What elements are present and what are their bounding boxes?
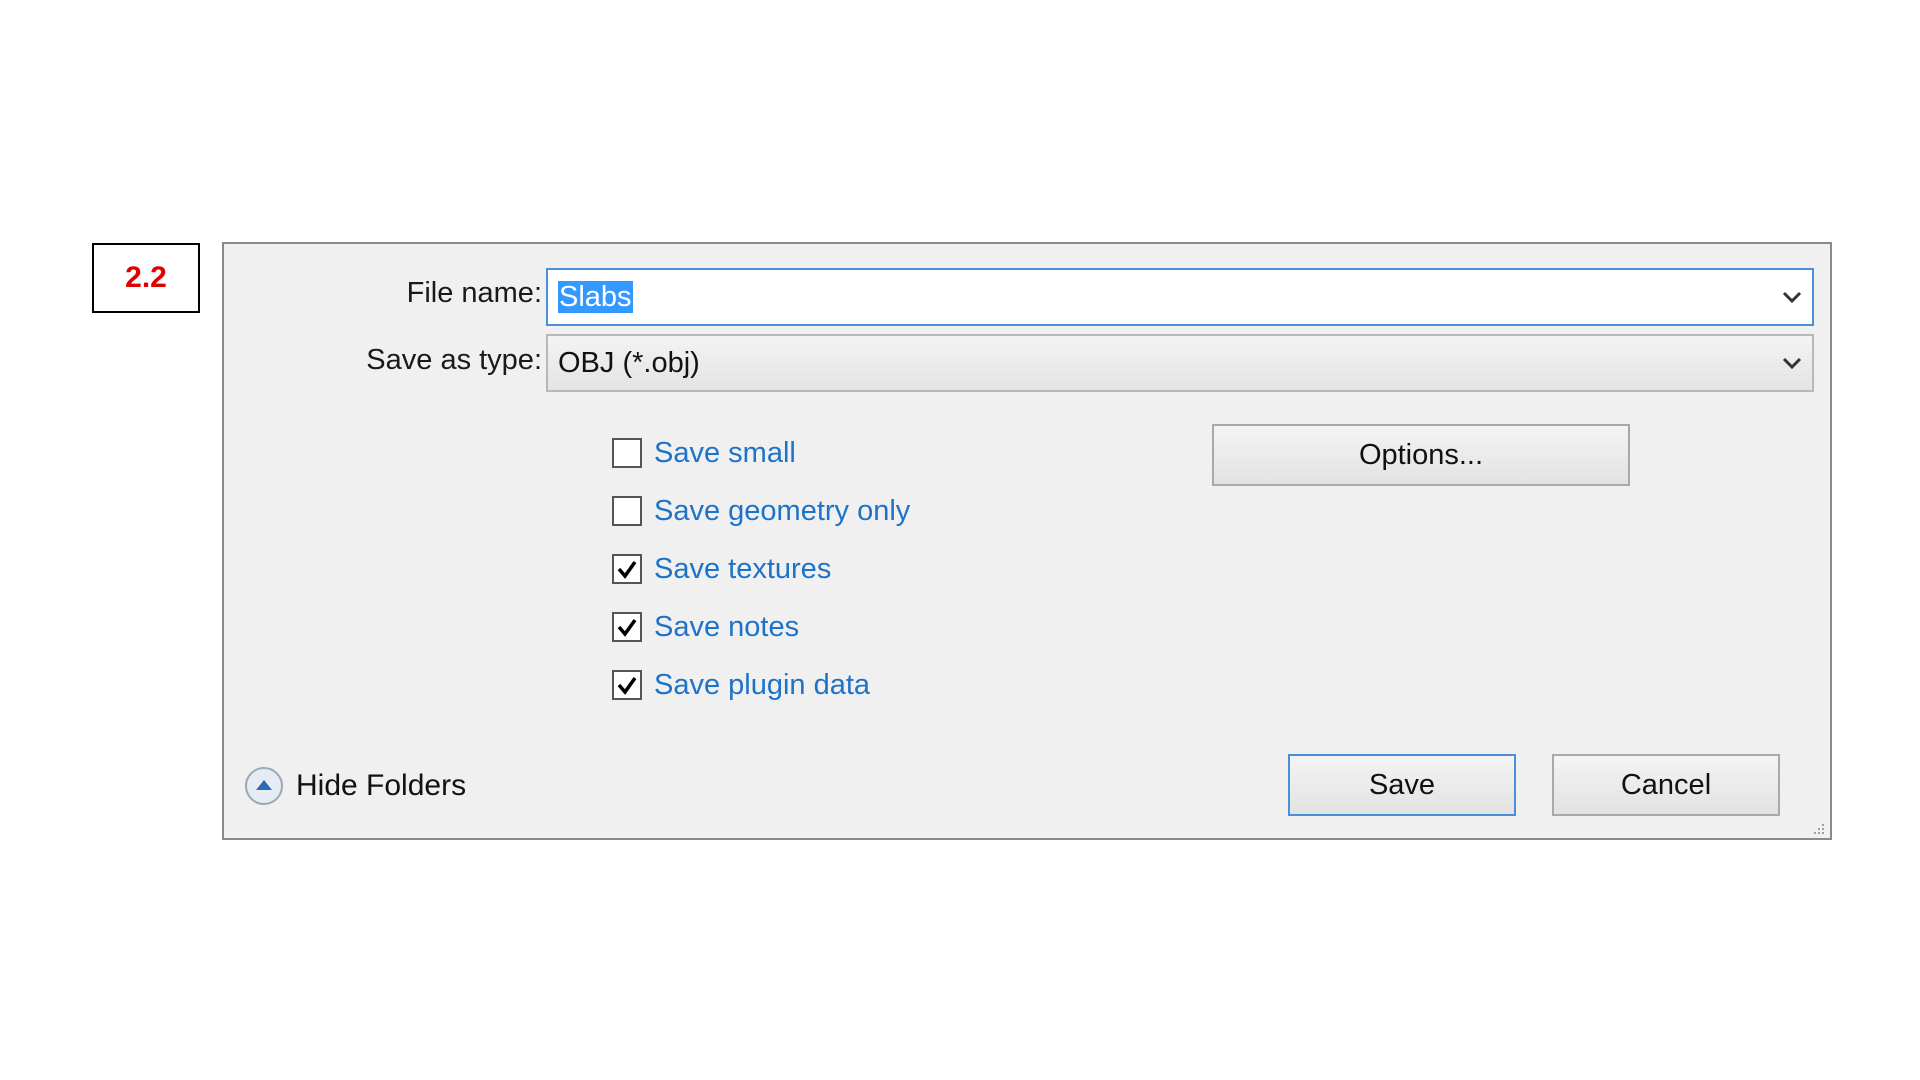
checkbox-label[interactable]: Save geometry only [654,495,910,528]
save-as-type-value: OBJ (*.obj) [558,346,700,379]
file-name-combobox[interactable]: Slabs [546,268,1814,326]
chevron-down-icon[interactable] [1772,270,1812,324]
stage: 2.2 File name: Slabs Save as type: OBJ (… [0,0,1920,1080]
save-dialog: File name: Slabs Save as type: OBJ (*.ob… [222,242,1832,840]
save-as-type-label: Save as type: [366,344,542,376]
resize-grip-icon[interactable] [1810,820,1826,836]
checkbox[interactable] [612,438,642,468]
file-name-input[interactable]: Slabs [548,280,1772,314]
checkbox-save-notes[interactable]: Save notes [612,598,910,656]
hide-folders-label[interactable]: Hide Folders [296,769,466,803]
checkbox-save-small[interactable]: Save small [612,424,910,482]
step-label: 2.2 [92,243,200,313]
chevron-up-circle-icon[interactable] [244,766,284,806]
checkbox[interactable] [612,496,642,526]
checkmark-icon [617,676,637,695]
options-button[interactable]: Options... [1212,424,1630,486]
save-button[interactable]: Save [1288,754,1516,816]
cancel-button[interactable]: Cancel [1552,754,1780,816]
checkbox-label[interactable]: Save small [654,437,796,470]
checkbox-save-textures[interactable]: Save textures [612,540,910,598]
checkbox[interactable] [612,670,642,700]
checkbox[interactable] [612,612,642,642]
checkbox-label[interactable]: Save notes [654,611,799,644]
checkbox-save-geometry-only[interactable]: Save geometry only [612,482,910,540]
checkmark-icon [617,618,637,637]
checkbox-label[interactable]: Save textures [654,553,831,586]
file-name-value: Slabs [558,280,633,313]
checkmark-icon [617,560,637,579]
save-options-checklist: Save small Save geometry only Save textu… [612,424,910,714]
checkbox-save-plugin-data[interactable]: Save plugin data [612,656,910,714]
file-name-label: File name: [406,277,542,309]
chevron-down-icon[interactable] [1772,336,1812,390]
save-as-type-select[interactable]: OBJ (*.obj) [546,334,1814,392]
hide-folders-toggle[interactable]: Hide Folders [244,766,466,806]
checkbox[interactable] [612,554,642,584]
checkbox-label[interactable]: Save plugin data [654,669,870,702]
